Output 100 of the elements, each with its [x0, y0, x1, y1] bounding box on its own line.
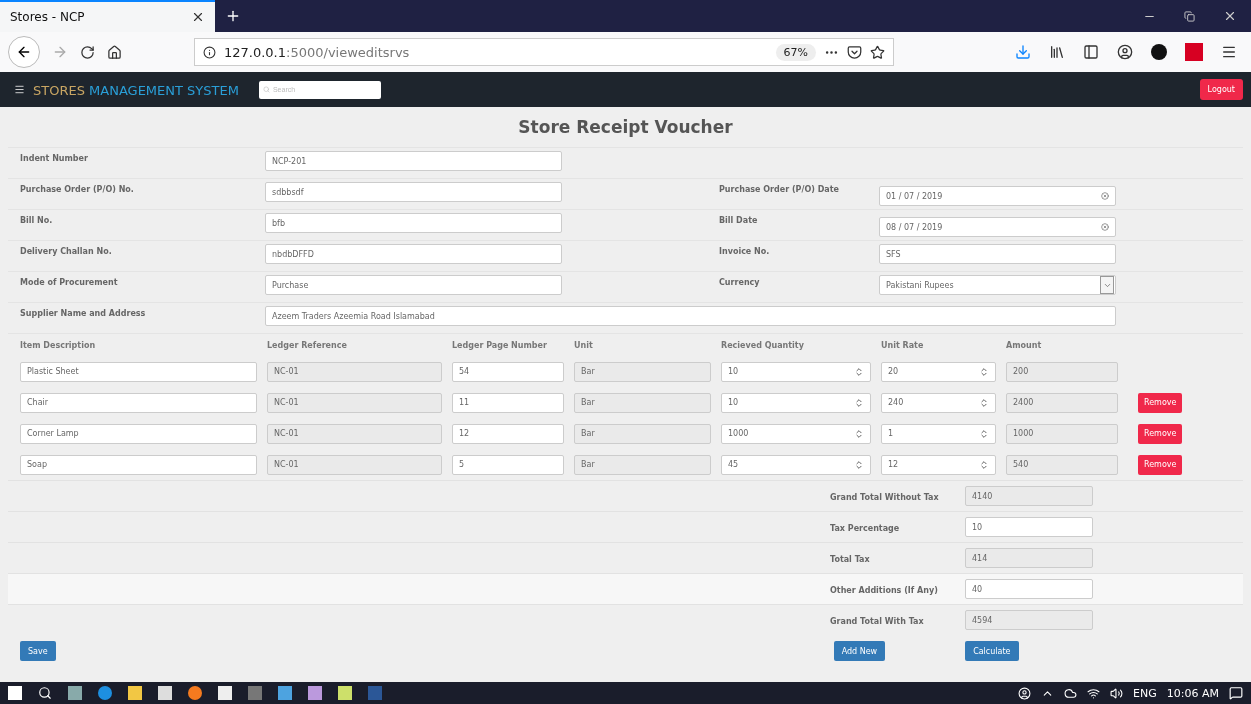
search-icon[interactable] [38, 686, 52, 700]
input-field[interactable]: Plastic Sheet [20, 361, 257, 382]
input-field: 540 [1006, 454, 1118, 475]
clock[interactable]: 10:06 AM [1166, 686, 1219, 700]
close-icon[interactable] [191, 10, 205, 24]
page-title: Store Receipt Voucher [517, 117, 734, 137]
input-field[interactable]: Corner Lamp [20, 423, 257, 444]
spinner-icon[interactable] [854, 397, 864, 408]
spinner-icon[interactable] [979, 459, 989, 470]
input-field: Bar [574, 454, 711, 475]
input-field[interactable]: Purchase [265, 275, 562, 295]
spinner-icon[interactable] [979, 428, 989, 439]
spinner-icon[interactable] [854, 366, 864, 377]
menu-icon[interactable] [1221, 44, 1237, 60]
input-field[interactable]: NCP-201 [265, 151, 562, 171]
input-field[interactable]: 40 [965, 579, 1093, 599]
spinner-icon[interactable] [979, 366, 989, 377]
info-icon [203, 45, 216, 59]
remove-button[interactable]: Remove [1138, 454, 1183, 475]
reload-icon[interactable] [80, 44, 95, 60]
input-field[interactable]: 12 [452, 423, 564, 444]
field-label: Bill No. [19, 215, 54, 225]
home-icon[interactable] [107, 44, 122, 60]
logout-button[interactable]: Logout [1199, 79, 1243, 100]
address-bar[interactable]: 127.0.0.1:5000/vieweditsrvs 67% [194, 38, 894, 66]
column-header: Unit Rate [881, 340, 925, 350]
total-label: Tax Percentage [830, 523, 901, 533]
total-label: Grand Total With Tax [830, 616, 925, 626]
brand-title: STORES MANAGEMENT SYSTEM [33, 82, 240, 99]
input-field[interactable]: 12 [881, 454, 996, 475]
people-icon[interactable] [1018, 686, 1032, 700]
input-field[interactable]: Chair [20, 392, 257, 413]
input-field[interactable]: 5 [452, 454, 564, 475]
input-field[interactable]: Azeem Traders Azeemia Road Islamabad [265, 306, 1116, 326]
clear-icon[interactable] [1101, 223, 1109, 231]
field-label: Currency [719, 277, 761, 287]
input-field[interactable]: 10 [721, 361, 871, 382]
volume-icon[interactable] [1110, 686, 1124, 700]
language-indicator[interactable]: ENG [1133, 686, 1157, 700]
close-icon[interactable] [1223, 9, 1237, 23]
input-field[interactable]: 45 [721, 454, 871, 475]
input-field[interactable]: sdbbsdf [265, 182, 562, 202]
input-field[interactable]: bfb [265, 213, 562, 233]
total-label: Grand Total Without Tax [830, 492, 940, 502]
download-icon[interactable] [1015, 44, 1031, 60]
field-label: Mode of Procurement [19, 277, 119, 287]
back-icon [16, 44, 32, 60]
input-field: Bar [574, 423, 711, 444]
cloud-icon[interactable] [1064, 686, 1078, 700]
back-button[interactable] [8, 36, 40, 68]
input-field[interactable]: Soap [20, 454, 257, 475]
save-button[interactable]: Save [20, 641, 56, 661]
field-label: Indent Number [19, 153, 89, 163]
input-field: 2400 [1006, 392, 1118, 413]
input-field[interactable]: 240 [881, 392, 996, 413]
input-field[interactable]: 10 [721, 392, 871, 413]
column-header: Recieved Quantity [721, 340, 805, 350]
input-field[interactable]: nbdbDFFD [265, 244, 562, 264]
input-field[interactable]: 11 [452, 392, 564, 413]
clear-icon[interactable] [1101, 192, 1109, 200]
input-field[interactable]: 10 [965, 517, 1093, 537]
column-header: Ledger Reference [267, 340, 348, 350]
column-header: Amount [1006, 340, 1043, 350]
chevron-icon[interactable] [1100, 276, 1114, 294]
column-header: Ledger Page Number [452, 340, 548, 350]
total-label: Total Tax [830, 554, 871, 564]
field-label: Invoice No. [719, 246, 771, 256]
field-label: Bill Date [719, 215, 759, 225]
input-field[interactable]: 20 [881, 361, 996, 382]
input-field: 4594 [965, 610, 1093, 630]
date-field[interactable]: 01 / 07 / 2019 [879, 186, 1116, 206]
browser-tab[interactable]: Stores - NCP [0, 0, 215, 32]
account-icon[interactable] [1117, 44, 1133, 60]
input-field[interactable]: SFS [879, 244, 1116, 264]
add-new-button[interactable]: Add New [833, 641, 886, 661]
notification-icon[interactable] [1229, 686, 1243, 700]
menu-icon[interactable] [14, 84, 25, 95]
input-field[interactable]: 1 [881, 423, 996, 444]
column-header: Unit [574, 340, 594, 350]
spinner-icon[interactable] [854, 459, 864, 470]
wifi-icon[interactable] [1087, 686, 1101, 700]
input-field[interactable]: 1000 [721, 423, 871, 444]
restore-icon[interactable] [1184, 10, 1195, 22]
remove-button[interactable]: Remove [1138, 423, 1183, 444]
star-icon[interactable] [870, 44, 885, 60]
date-field[interactable]: 08 / 07 / 2019 [879, 217, 1116, 237]
field-label: Delivery Challan No. [19, 246, 113, 256]
spinner-icon[interactable] [979, 397, 989, 408]
sidebar-icon[interactable] [1083, 44, 1099, 60]
input-field[interactable]: 54 [452, 361, 564, 382]
library-icon[interactable] [1049, 44, 1065, 60]
column-header: Item Description [20, 340, 97, 350]
currency-select[interactable]: Pakistani Rupees [879, 275, 1116, 295]
zoom-level[interactable]: 67% [775, 43, 816, 61]
input-field: Bar [574, 392, 711, 413]
spinner-icon[interactable] [854, 428, 864, 439]
field-label: Purchase Order (P/O) Date [719, 184, 840, 194]
remove-button[interactable]: Remove [1138, 392, 1183, 413]
pocket-icon[interactable] [847, 44, 862, 60]
calculate-button[interactable]: Calculate [965, 641, 1019, 661]
